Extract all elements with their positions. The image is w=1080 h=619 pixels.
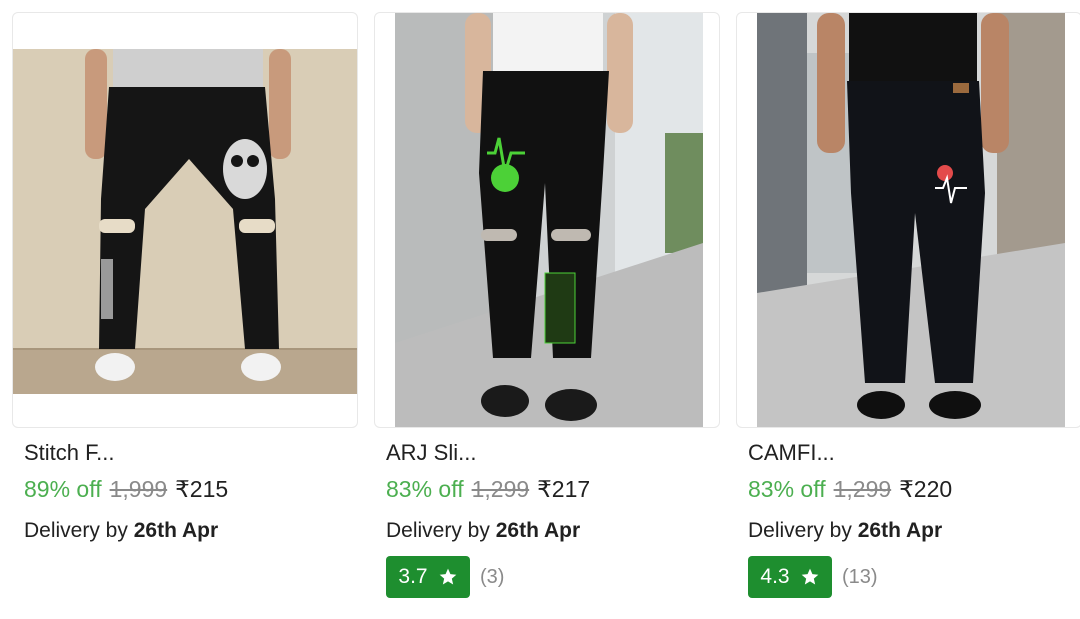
sale-price: ₹215 bbox=[175, 476, 229, 502]
star-icon bbox=[439, 568, 456, 585]
delivery-label: Delivery by bbox=[748, 519, 852, 542]
product-card[interactable]: ARJ Sli... 83% off 1,299 ₹217 Delivery b… bbox=[374, 12, 720, 612]
delivery-date: 26th Apr bbox=[495, 519, 581, 542]
discount-percent: 83% off bbox=[748, 476, 826, 502]
original-price: 1,999 bbox=[109, 476, 168, 502]
sale-price: ₹220 bbox=[899, 476, 953, 502]
price-row: 83% off 1,299 ₹220 bbox=[748, 476, 952, 503]
star-icon bbox=[801, 568, 818, 585]
product-card[interactable]: CAMFI... 83% off 1,299 ₹220 Delivery by … bbox=[736, 12, 1080, 612]
product-image[interactable] bbox=[374, 12, 720, 428]
product-title[interactable]: ARJ Sli... bbox=[386, 440, 476, 466]
original-price: 1,299 bbox=[833, 476, 892, 502]
product-card[interactable]: Stitch F... 89% off 1,999 ₹215 Delivery … bbox=[12, 12, 358, 612]
delivery-info: Delivery by 26th Apr bbox=[24, 519, 218, 543]
price-row: 89% off 1,999 ₹215 bbox=[24, 476, 228, 503]
original-price: 1,299 bbox=[471, 476, 530, 502]
delivery-label: Delivery by bbox=[24, 519, 128, 542]
rating-value: 3.7 bbox=[398, 565, 428, 588]
discount-percent: 83% off bbox=[386, 476, 464, 502]
product-title[interactable]: CAMFI... bbox=[748, 440, 835, 466]
rating-count: (13) bbox=[842, 565, 878, 588]
rating-value: 4.3 bbox=[760, 565, 790, 588]
delivery-label: Delivery by bbox=[386, 519, 490, 542]
delivery-date: 26th Apr bbox=[857, 519, 943, 542]
rating-badge: 3.7 bbox=[386, 556, 470, 598]
delivery-date: 26th Apr bbox=[133, 519, 219, 542]
delivery-info: Delivery by 26th Apr bbox=[748, 519, 942, 543]
product-grid: Stitch F... 89% off 1,999 ₹215 Delivery … bbox=[0, 0, 1080, 619]
delivery-info: Delivery by 26th Apr bbox=[386, 519, 580, 543]
rating-row: 4.3 (13) bbox=[748, 556, 878, 598]
jeans-photo-3 bbox=[757, 13, 1065, 427]
product-title[interactable]: Stitch F... bbox=[24, 440, 114, 466]
product-image[interactable] bbox=[12, 12, 358, 428]
sale-price: ₹217 bbox=[537, 476, 591, 502]
jeans-photo-2 bbox=[395, 13, 703, 427]
jeans-photo-1 bbox=[13, 49, 357, 394]
product-image[interactable] bbox=[736, 12, 1080, 428]
price-row: 83% off 1,299 ₹217 bbox=[386, 476, 590, 503]
rating-row: 3.7 (3) bbox=[386, 556, 504, 598]
rating-badge: 4.3 bbox=[748, 556, 832, 598]
rating-count: (3) bbox=[480, 565, 505, 588]
discount-percent: 89% off bbox=[24, 476, 102, 502]
